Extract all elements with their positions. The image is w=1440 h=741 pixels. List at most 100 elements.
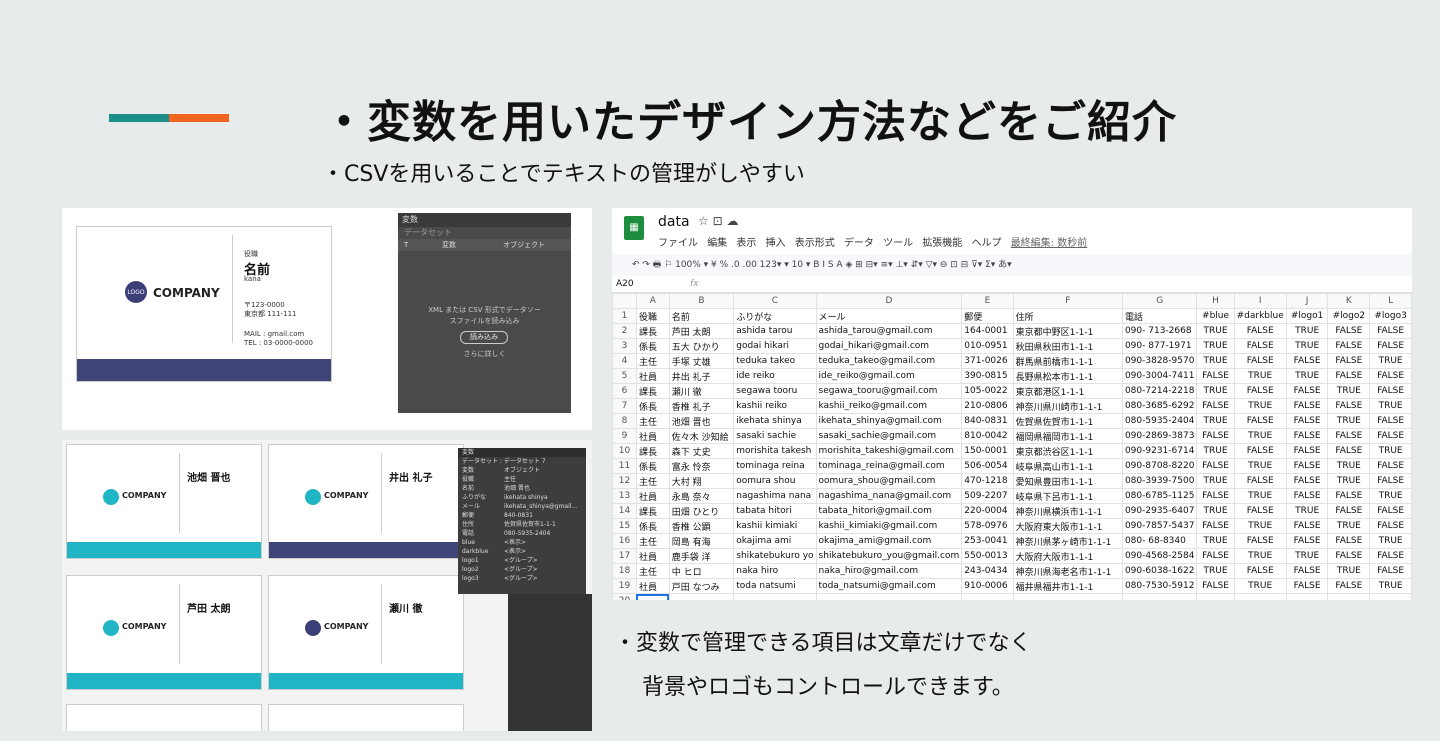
cell[interactable]: 群馬県前橋市1-1-1 — [1012, 353, 1123, 369]
cell[interactable]: FALSE — [1196, 548, 1235, 564]
cell[interactable]: FALSE — [1285, 488, 1329, 504]
cell[interactable]: FALSE — [1369, 473, 1412, 489]
cell[interactable]: nagashima_nana@gmail.com — [815, 488, 963, 504]
cell[interactable]: 090-8708-8220 — [1121, 458, 1198, 474]
row-header[interactable]: 20 — [612, 593, 637, 600]
panel2-row[interactable]: darkblue <表示> — [458, 547, 586, 556]
cell[interactable]: oomura_shou@gmail.com — [815, 473, 963, 489]
cell[interactable] — [961, 593, 1014, 600]
cell[interactable]: TRUE — [1233, 428, 1287, 444]
cell[interactable] — [1233, 593, 1287, 600]
row-header[interactable]: 15 — [612, 518, 637, 534]
panel2-row[interactable]: logo2 <グループ> — [458, 565, 586, 574]
select-all-corner[interactable] — [612, 293, 637, 309]
cell[interactable]: sasaki sachie — [733, 428, 817, 444]
panel2-row[interactable]: logo1 <グループ> — [458, 556, 586, 565]
cell[interactable]: 090-3004-7411 — [1121, 368, 1198, 384]
cell[interactable]: sasaki_sachie@gmail.com — [815, 428, 963, 444]
cell[interactable]: teduka takeo — [733, 353, 817, 369]
cell[interactable]: TRUE — [1233, 368, 1287, 384]
cell[interactable]: 090- 877-1971 — [1121, 338, 1198, 354]
cell[interactable] — [1369, 593, 1412, 600]
row-header[interactable]: 1 — [612, 308, 637, 324]
cell[interactable]: FALSE — [1233, 323, 1287, 339]
cell[interactable]: 役職 — [635, 308, 670, 324]
cell[interactable]: 主任 — [635, 563, 670, 579]
cell[interactable]: TRUE — [1327, 563, 1371, 579]
cell[interactable]: TRUE — [1285, 323, 1329, 339]
cell[interactable]: FALSE — [1196, 578, 1235, 594]
cell[interactable]: 佐々木 沙知絵 — [668, 428, 735, 444]
panel2-row[interactable]: ふりがな ikehata shinya — [458, 493, 586, 502]
cell[interactable]: FALSE — [1233, 338, 1287, 354]
cell[interactable]: 390-0815 — [961, 368, 1014, 384]
cell[interactable]: TRUE — [1285, 338, 1329, 354]
menu-edit[interactable]: 編集 — [707, 238, 727, 249]
cell[interactable]: FALSE — [1327, 368, 1371, 384]
cell[interactable]: FALSE — [1285, 578, 1329, 594]
cell[interactable]: tominaga_reina@gmail.com — [815, 458, 963, 474]
cell[interactable]: 課長 — [635, 443, 670, 459]
cell[interactable]: ide reiko — [733, 368, 817, 384]
star-move-cloud-icons[interactable]: ☆ ⊡ ☁ — [698, 214, 738, 228]
cell[interactable] — [815, 593, 963, 600]
cell[interactable]: 550-0013 — [961, 548, 1014, 564]
cell[interactable]: 戸田 なつみ — [668, 578, 735, 594]
cell[interactable]: 509-2207 — [961, 488, 1014, 504]
cell[interactable]: 愛知県豊田市1-1-1 — [1012, 473, 1123, 489]
cell[interactable]: shikatebukuro_you@gmail.com — [815, 548, 963, 564]
cell[interactable] — [635, 593, 670, 600]
cell[interactable]: okajima ami — [733, 533, 817, 549]
column-header[interactable]: A — [635, 293, 670, 309]
cell[interactable]: 080-6785-1125 — [1121, 488, 1198, 504]
cell[interactable]: TRUE — [1196, 563, 1235, 579]
menu-format[interactable]: 表示形式 — [795, 238, 835, 249]
cell[interactable]: TRUE — [1327, 518, 1371, 534]
cell[interactable]: 大村 翔 — [668, 473, 735, 489]
cell[interactable]: #blue — [1196, 308, 1235, 324]
name-box[interactable]: A20 — [616, 276, 634, 292]
cell[interactable]: naka hiro — [733, 563, 817, 579]
cell[interactable]: morishita_takeshi@gmail.com — [815, 443, 963, 459]
cell[interactable]: 社員 — [635, 548, 670, 564]
cell[interactable]: FALSE — [1369, 323, 1412, 339]
cell[interactable]: FALSE — [1196, 368, 1235, 384]
cell[interactable]: kashii kimiaki — [733, 518, 817, 534]
cell[interactable]: TRUE — [1196, 323, 1235, 339]
cell[interactable]: 080-7214-2218 — [1121, 383, 1198, 399]
cell[interactable]: FALSE — [1369, 368, 1412, 384]
cell[interactable]: 090-2869-3873 — [1121, 428, 1198, 444]
cell[interactable]: FALSE — [1285, 563, 1329, 579]
panel2-row[interactable]: 役職 主任 — [458, 475, 586, 484]
cell[interactable]: 社員 — [635, 578, 670, 594]
panel-dataset[interactable]: データセット — [398, 227, 571, 239]
cell[interactable]: FALSE — [1233, 563, 1287, 579]
cell[interactable]: FALSE — [1285, 533, 1329, 549]
cell[interactable]: 永島 奈々 — [668, 488, 735, 504]
cell[interactable]: メール — [815, 308, 963, 324]
cell[interactable]: 秋田県秋田市1-1-1 — [1012, 338, 1123, 354]
cell[interactable]: TRUE — [1369, 353, 1412, 369]
cell[interactable]: 岐阜県高山市1-1-1 — [1012, 458, 1123, 474]
cell[interactable]: 東京都中野区1-1-1 — [1012, 323, 1123, 339]
cell[interactable]: shikatebukuro yo — [733, 548, 817, 564]
column-header[interactable]: I — [1233, 293, 1287, 309]
cell[interactable]: 福井県福井市1-1-1 — [1012, 578, 1123, 594]
cell[interactable]: FALSE — [1327, 398, 1371, 414]
cell[interactable]: 164-0001 — [961, 323, 1014, 339]
cell[interactable]: 090-4568-2584 — [1121, 548, 1198, 564]
column-header[interactable]: F — [1012, 293, 1123, 309]
cell[interactable]: FALSE — [1369, 338, 1412, 354]
sheets-icon[interactable]: ▦ — [624, 216, 644, 240]
cell[interactable]: 田畑 ひとり — [668, 503, 735, 519]
cell[interactable]: 香椎 礼子 — [668, 398, 735, 414]
cell[interactable]: 090-6038-1622 — [1121, 563, 1198, 579]
cell[interactable]: 岡島 有海 — [668, 533, 735, 549]
cell[interactable]: 810-0042 — [961, 428, 1014, 444]
row-header[interactable]: 7 — [612, 398, 637, 414]
cell[interactable]: 220-0004 — [961, 503, 1014, 519]
cell[interactable]: 243-0434 — [961, 563, 1014, 579]
document-title[interactable]: data — [658, 214, 690, 230]
row-header[interactable]: 10 — [612, 443, 637, 459]
cell[interactable]: 371-0026 — [961, 353, 1014, 369]
